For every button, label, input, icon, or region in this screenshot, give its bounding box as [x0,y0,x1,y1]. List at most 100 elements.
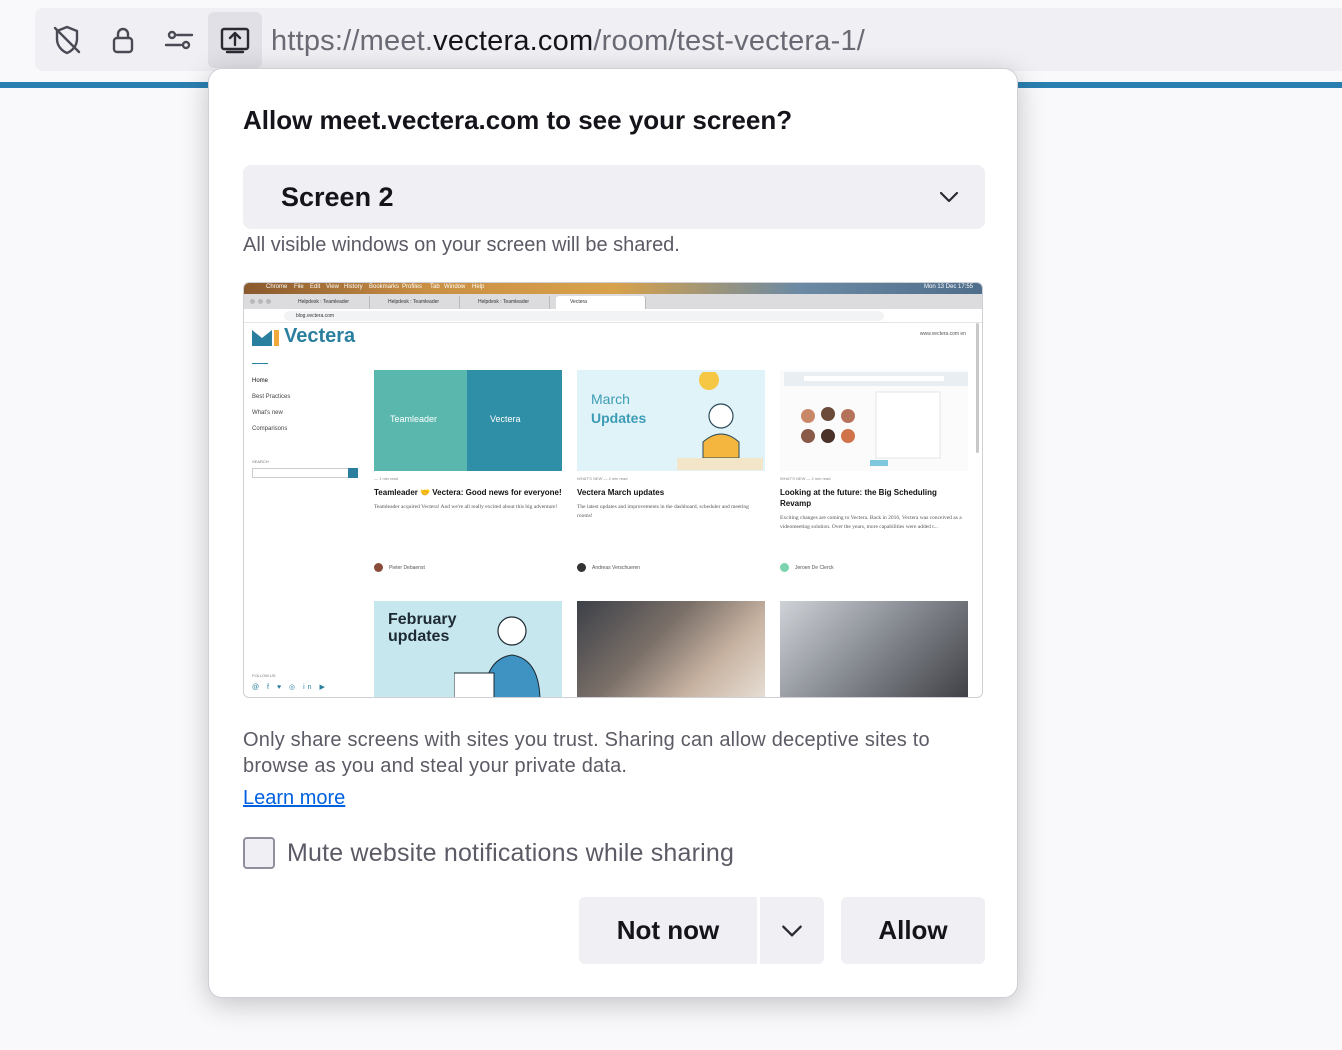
preview-card-image-text: February updates [388,611,456,645]
preview-search-icon [348,468,358,478]
preview-card-desc: Exciting changes are coming to Vectera. … [780,515,962,530]
preview-nav-accent [252,363,268,364]
preview-card-image-label: Vectera [490,414,521,424]
preview-card-meta: WHAT'S NEW — 2 min read [780,476,831,481]
screen-select[interactable]: Screen 2 [243,165,985,229]
screen-preview: Chrome File Edit View History Bookmarks … [243,282,983,698]
preview-nav-item: Home [252,378,269,384]
preview-window-dot [266,299,271,304]
preview-card-meta: — 1 min read [374,476,399,481]
preview-card-title: Looking at the future: the Big Schedulin… [780,488,937,508]
preview-menu-item: File [294,284,304,290]
not-now-dropdown-button[interactable] [760,897,824,964]
preview-topright: www.vectera.com en [919,331,966,337]
preview-card-desc: The latest updates and improvements in t… [577,504,749,519]
vectera-logo-icon [252,329,279,346]
preview-card-title: Teamleader 🤝 Vectera: Good news for ever… [374,488,562,497]
preview-search-label: SEARCH [252,459,269,464]
preview-card-image-text: March Updates [591,390,646,428]
learn-more-link[interactable]: Learn more [243,787,345,810]
preview-card-image-label: Teamleader [390,414,438,424]
preview-card-image-line: March [591,391,630,407]
screen-share-dialog: Allow meet.vectera.com to see your scree… [208,68,1018,998]
avatar [374,563,383,572]
url-host: vectera.com [433,25,594,57]
preview-card: March Updates WHAT'S NEW — 2 min read Vec… [577,370,765,521]
preview-menu-item: Tab [430,284,440,290]
preview-card-image-line: February [388,611,457,628]
preview-menu-item: Edit [310,284,321,290]
preview-card-image [780,601,968,697]
preview-card-image: February updates [374,601,562,697]
scheduling-illustration-icon [784,372,968,466]
preview-card: Teamleader Vectera — 1 min read Teamlead… [374,370,562,512]
permissions-icon[interactable] [152,12,206,68]
preview-card-image-line: Updates [591,410,647,426]
mute-notifications-label[interactable]: Mute website notifications while sharing [287,839,734,868]
avatar [577,563,586,572]
preview-menu-item: Window [444,284,466,290]
preview-nav-item: What's new [252,410,283,416]
preview-card-author-name: Jeroen De Clerck [795,564,834,571]
select-hint: All visible windows on your screen will … [243,234,680,256]
url-prefix: https://meet. [271,25,434,57]
screen-select-value: Screen 2 [281,182,394,212]
preview-address: blog.vectera.com [296,313,335,319]
preview-card [780,601,968,697]
not-now-button[interactable]: Not now [579,897,757,964]
illustration-man-icon [454,616,541,697]
illustration-person-icon [677,372,763,470]
screen-share-icon[interactable] [208,12,262,68]
preview-menubar: Chrome File Edit View History Bookmarks … [244,283,982,294]
preview-card-image [780,370,968,471]
preview-menu-item: View [326,284,339,290]
preview-card-desc: Teamleader acquired Vectera! And we're a… [374,504,558,510]
preview-logo-text: Vectera [284,325,356,347]
preview-nav-item: Best Practices [252,394,291,400]
preview-card-author: Pieter Debaenst [374,563,425,572]
preview-logo: Vectera [252,325,355,348]
preview-menu-item: History [344,284,363,290]
preview-tab-active: Vectera [556,296,646,309]
preview-card-author-name: Pieter Debaenst [389,564,425,571]
preview-social-icons: @ f ♥ ◎ in ▶ [252,684,328,691]
preview-card: February updates [374,601,562,697]
avatar [780,563,789,572]
chevron-down-icon [939,191,959,203]
preview-tab: Helpdesk : Teamleader [284,296,370,309]
preview-tabstrip: Helpdesk : Teamleader Helpdesk : Teamlea… [244,294,982,309]
lock-icon[interactable] [96,12,150,68]
preview-follow-label: FOLLOW US [252,673,276,678]
shield-slash-icon[interactable] [40,12,94,68]
preview-card-image: March Updates [577,370,765,471]
preview-window-dot [250,299,255,304]
preview-card: WHAT'S NEW — 2 min read Looking at the f… [780,370,968,532]
preview-menu-item: Help [472,284,485,290]
url-path: /room/test-vectera-1/ [593,25,866,57]
preview-tab: Helpdesk : Teamleader [464,296,550,309]
url-text[interactable]: https://meet.vectera.com/room/test-vecte… [271,25,865,58]
preview-sidebar: Home Best Practices What's new Compariso… [252,363,352,442]
preview-card-author: Jeroen De Clerck [780,563,834,572]
url-bar[interactable]: https://meet.vectera.com/room/test-vecte… [35,8,1342,71]
preview-card-image: Teamleader Vectera [374,370,562,471]
preview-scrollbar [976,323,979,453]
preview-card-image-line: updates [388,628,450,645]
preview-menu-item: Profiles [402,284,423,290]
preview-card-image [577,601,765,697]
preview-card-meta: WHAT'S NEW — 2 min read [577,476,628,481]
dialog-title: Allow meet.vectera.com to see your scree… [243,105,793,135]
preview-search [252,468,358,478]
preview-menu-item: Bookmarks [369,284,400,290]
preview-addressbar: blog.vectera.com [244,309,982,323]
allow-button[interactable]: Allow [841,897,985,964]
preview-window-dot [258,299,263,304]
preview-address-field: blog.vectera.com [284,311,884,321]
mute-notifications-checkbox[interactable] [243,837,275,869]
preview-card-author: Andreas Verschueren [577,563,640,572]
preview-clock: Mon 13 Dec 17:55 [924,284,974,290]
preview-nav-item: Comparisons [252,426,288,432]
preview-card-author-name: Andreas Verschueren [592,564,641,571]
privacy-warning: Only share screens with sites you trust.… [243,729,930,777]
chevron-down-icon [782,924,802,937]
